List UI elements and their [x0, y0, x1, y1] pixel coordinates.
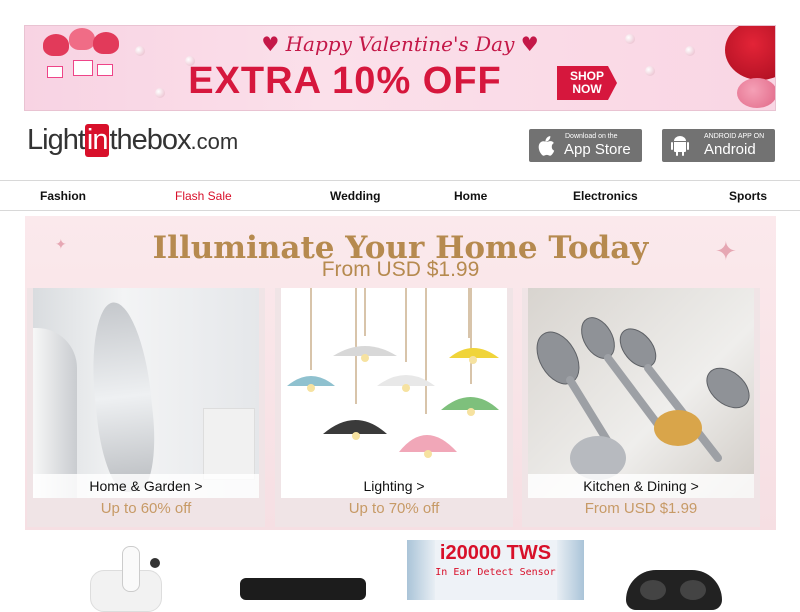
nav-item-fashion[interactable]: Fashion	[40, 189, 86, 203]
product-title: i20000 TWS	[439, 542, 552, 564]
nav-item-wedding[interactable]: Wedding	[330, 189, 380, 203]
nav-item-home[interactable]: Home	[454, 189, 487, 203]
category-card-kitchen-dining[interactable]: Kitchen & Dining > From USD $1.99	[522, 288, 760, 527]
category-offer: From USD $1.99	[584, 500, 698, 517]
banner-headline: EXTRA 10% OFF	[188, 60, 502, 102]
valentine-banner[interactable]: ♥ Happy Valentine's Day ♥ EXTRA 10% OFF …	[24, 25, 776, 111]
category-label: Home & Garden >	[33, 474, 259, 498]
apple-icon	[538, 136, 555, 156]
nav-item-sports[interactable]: Sports	[729, 189, 767, 203]
logo-text: in	[84, 124, 110, 157]
product-earbuds-tws[interactable]: i20000 TWS In Ear Detect Sensor	[407, 540, 584, 600]
product-airpods[interactable]	[70, 540, 170, 612]
lighting-image	[281, 288, 507, 498]
category-label: Kitchen & Dining >	[528, 474, 754, 498]
nav-item-flash-sale[interactable]: Flash Sale	[175, 189, 232, 203]
category-offer: Up to 70% off	[348, 500, 440, 517]
category-card-lighting[interactable]: Lighting > Up to 70% off	[275, 288, 513, 527]
site-logo[interactable]: Lightinthebox.com	[27, 124, 238, 160]
android-icon	[671, 136, 689, 156]
logo-text: Light	[27, 124, 86, 156]
kitchen-dining-image	[528, 288, 754, 498]
android-label: Android	[704, 141, 756, 158]
app-store-small-text: Download on the	[565, 133, 618, 140]
nav-item-electronics[interactable]: Electronics	[573, 189, 638, 203]
home-promo-banner[interactable]: ✦ ✦ Illuminate Your Home Today From USD …	[25, 216, 776, 530]
product-subtitle: In Ear Detect Sensor	[435, 567, 556, 578]
promo-subtitle: From USD $1.99	[321, 258, 480, 281]
category-label: Lighting >	[281, 474, 507, 498]
android-small-text: ANDROID APP ON	[704, 133, 765, 140]
logo-text: thebox	[109, 124, 191, 156]
shop-now-button[interactable]: SHOP NOW	[557, 66, 617, 100]
product-speaker[interactable]	[240, 540, 370, 600]
category-offer: Up to 60% off	[100, 500, 192, 517]
android-app-button[interactable]: ANDROID APP ON Android	[662, 129, 775, 162]
shop-now-label: NOW	[572, 82, 602, 96]
logo-text: .com	[190, 129, 239, 154]
banner-title: ♥ Happy Valentine's Day ♥	[261, 32, 539, 56]
home-garden-image	[33, 288, 259, 498]
app-store-label: App Store	[564, 141, 631, 158]
main-navigation: Fashion Flash Sale Wedding Home Electron…	[0, 180, 800, 211]
category-card-home-garden[interactable]: Home & Garden > Up to 60% off	[27, 288, 265, 527]
product-headphones-case[interactable]	[620, 540, 730, 610]
app-store-button[interactable]: Download on the App Store	[529, 129, 642, 162]
